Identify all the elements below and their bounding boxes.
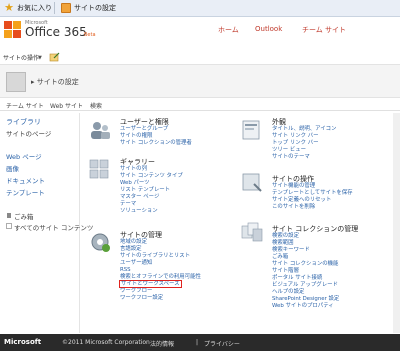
link-site-theme[interactable]: サイトのテーマ — [272, 154, 310, 160]
link-search-scopes[interactable]: 検索範囲 — [272, 240, 294, 246]
link-visual-upgrade[interactable]: ビジュアル アップグレード — [272, 282, 338, 288]
link-users-groups[interactable]: ユーザーとグループ — [120, 126, 168, 132]
link-user-alerts[interactable]: ユーザー通知 — [120, 260, 152, 266]
chevron-down-icon[interactable]: ▼ — [38, 55, 42, 61]
nav-images[interactable]: 画像 — [6, 163, 19, 173]
link-libraries-lists[interactable]: サイトのライブラリとリスト — [120, 253, 190, 259]
link-search-keywords[interactable]: 検索キーワード — [272, 247, 310, 253]
footer: Microsoft ©2011 Microsoft Corporation 法的… — [0, 334, 400, 351]
star-icon[interactable]: ★ — [3, 2, 15, 14]
link-collection-admins[interactable]: サイト コレクションの管理者 — [120, 140, 192, 146]
browser-tab[interactable]: サイトの設定 — [74, 2, 116, 14]
divider — [54, 2, 55, 14]
link-language-settings[interactable]: 言語設定 — [120, 246, 142, 252]
quick-launch: ライブラリ サイトのページ Web ページ 画像 ドキュメント テンプレート ご… — [0, 113, 93, 333]
link-sites-workspaces[interactable]: サイトとワークスペース — [119, 280, 182, 288]
nav-documents[interactable]: ドキュメント — [6, 175, 45, 185]
footer-copyright: ©2011 Microsoft Corporation — [62, 339, 150, 346]
link-help-settings[interactable]: ヘルプの設定 — [272, 289, 304, 295]
ribbon-row: サイトの操作 ▼ — [0, 52, 400, 64]
site-collection-icon — [241, 222, 263, 242]
link-regional-settings[interactable]: 地域の設定 — [120, 239, 147, 245]
link-content-types[interactable]: サイト コンテンツ タイプ — [120, 173, 183, 179]
link-tree-view[interactable]: ツリー ビュー — [272, 147, 306, 153]
office-logo-icon[interactable] — [4, 21, 22, 39]
logo-product: Office 365 — [25, 25, 87, 39]
page-title-text: サイトの設定 — [36, 78, 79, 86]
link-site-hierarchy[interactable]: サイト階層 — [272, 268, 299, 274]
nav-libraries[interactable]: ライブラリ — [6, 117, 41, 127]
nav-outlook[interactable]: Outlook — [255, 25, 282, 33]
page-tab-icon — [61, 3, 71, 13]
link-rss[interactable]: RSS — [120, 267, 131, 273]
link-manage-features[interactable]: サイト機能の管理 — [272, 183, 315, 189]
logo-beta: Beta — [84, 32, 96, 38]
link-web-parts[interactable]: Web パーツ — [120, 180, 150, 186]
link-collection-features[interactable]: サイト コレクションの機能 — [272, 261, 338, 267]
nav-web-page[interactable]: Web ページ — [6, 151, 42, 161]
link-search-settings[interactable]: 検索の設定 — [272, 233, 299, 239]
users-icon — [91, 122, 110, 139]
link-themes[interactable]: テーマ — [120, 201, 136, 207]
link-solutions[interactable]: ソリューション — [120, 208, 158, 214]
footer-legal-link[interactable]: 法的情報 — [150, 339, 174, 348]
link-delete-site[interactable]: このサイトを削除 — [272, 204, 315, 210]
edit-page-icon[interactable] — [49, 52, 60, 62]
nav-site-pages[interactable]: サイトのページ — [6, 128, 51, 138]
site-admin-gear-icon — [91, 233, 110, 252]
link-top-link-bar[interactable]: トップ リンク バー — [272, 140, 319, 146]
nav-templates[interactable]: テンプレート — [6, 187, 45, 197]
link-reset-definition[interactable]: サイト定義へのリセット — [272, 197, 331, 203]
link-website-properties[interactable]: Web サイトのプロパティ — [272, 303, 334, 309]
top-link-bar: チーム サイト Web サイト 検索 — [0, 99, 400, 111]
nav-team-site[interactable]: チーム サイト — [302, 25, 346, 35]
favorites-button[interactable]: お気に入り — [17, 2, 52, 14]
footer-separator: | — [196, 339, 199, 346]
topbar-web-site[interactable]: Web サイト — [50, 101, 83, 110]
site-icon — [6, 72, 26, 92]
topbar-search[interactable]: 検索 — [90, 101, 102, 110]
link-title-description-icon[interactable]: タイトル、説明、アイコン — [272, 126, 336, 132]
footer-privacy-link[interactable]: プライバシー — [204, 339, 240, 348]
link-workflow-settings[interactable]: ワークフロー設定 — [120, 295, 163, 301]
link-site-permissions[interactable]: サイトの権限 — [120, 133, 152, 139]
link-workflows[interactable]: ワークフロー — [120, 288, 152, 294]
link-designer-settings[interactable]: SharePoint Designer 設定 — [272, 296, 339, 302]
link-save-as-template[interactable]: テンプレートとしてサイトを保存 — [272, 190, 353, 196]
gallery-icon — [89, 159, 109, 179]
all-content-icon — [6, 223, 12, 229]
recycle-bin-icon — [7, 213, 11, 218]
footer-logo: Microsoft — [4, 338, 42, 346]
look-and-feel-icon — [242, 120, 260, 140]
favorites-bar: ★ お気に入り サイトの設定 — [0, 0, 400, 17]
vertical-scrollbar[interactable] — [393, 113, 400, 333]
topbar-team-site[interactable]: チーム サイト — [6, 101, 44, 110]
link-master-pages[interactable]: マスター ページ — [120, 194, 159, 200]
page-title: ▸ サイトの設定 — [31, 78, 79, 86]
site-actions-icon — [242, 173, 262, 192]
link-list-templates[interactable]: リスト テンプレート — [120, 187, 170, 193]
link-quick-launch[interactable]: サイト リンク バー — [272, 133, 319, 139]
nav-home[interactable]: ホーム — [218, 25, 239, 35]
site-actions-menu[interactable]: サイトの操作 — [3, 53, 39, 62]
nav-recycle-bin[interactable]: ごみ箱 — [14, 211, 34, 221]
link-portal-connection[interactable]: ポータル サイト接続 — [272, 275, 322, 281]
link-site-columns[interactable]: サイトの列 — [120, 166, 147, 172]
nav-all-site-content[interactable]: すべてのサイト コンテンツ — [14, 222, 93, 232]
link-recycle-bin[interactable]: ごみ箱 — [272, 254, 288, 260]
page-title-area: ▸ サイトの設定 — [0, 64, 400, 98]
